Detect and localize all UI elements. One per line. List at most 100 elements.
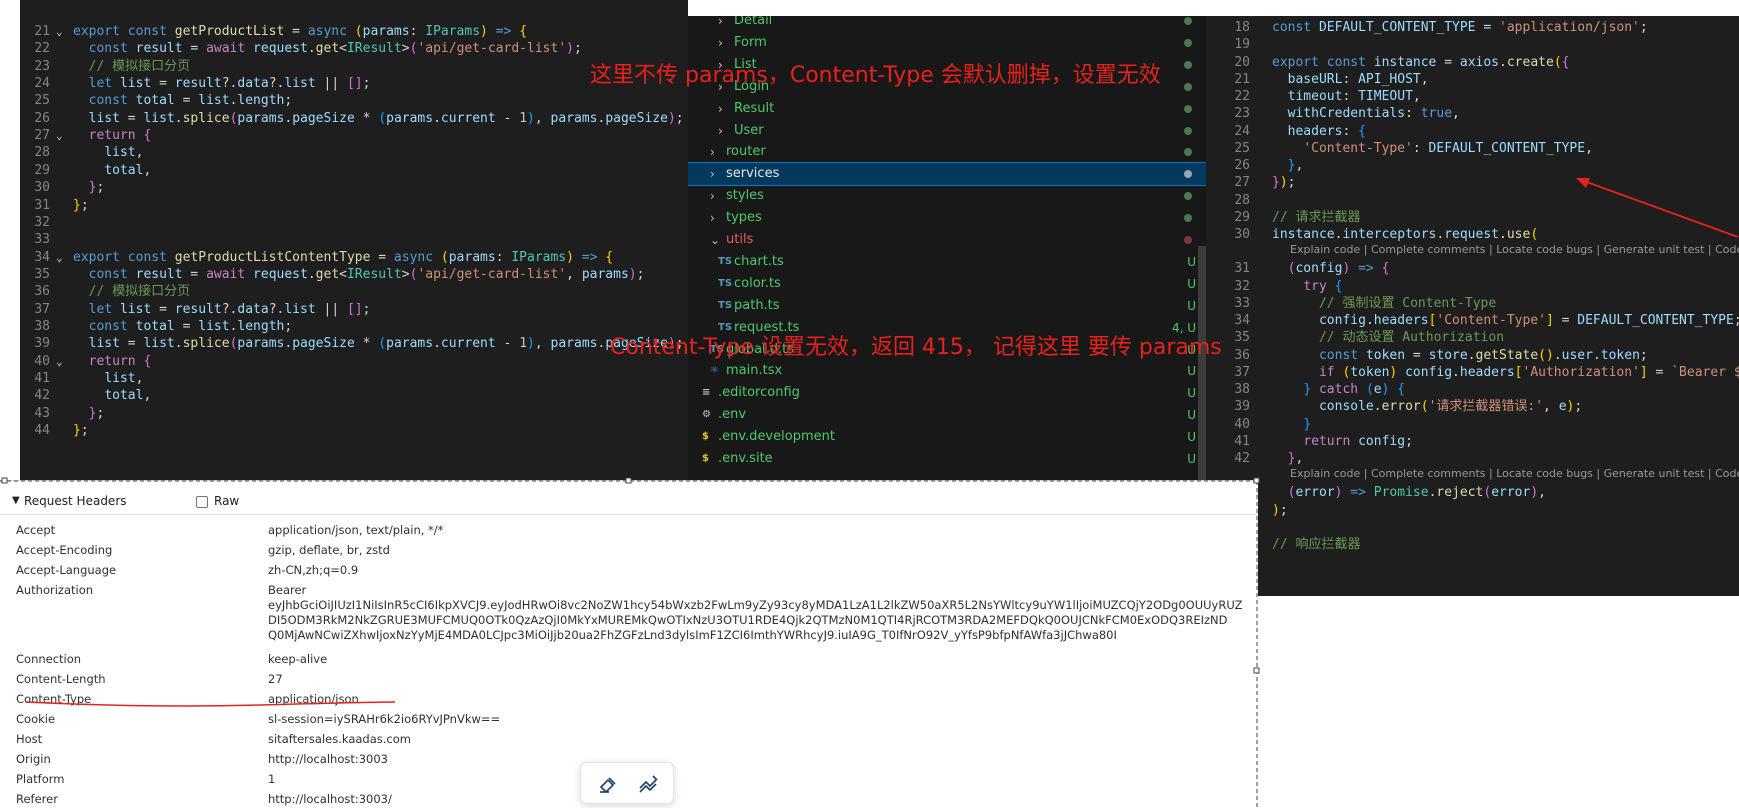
code-line[interactable]: 29 total,	[20, 161, 688, 180]
chevron-down-icon[interactable]: ⌄	[710, 229, 720, 251]
code-line[interactable]: 24 let list = result?.data?.list || [];	[20, 74, 688, 93]
code-line[interactable]: 31 (config) => {	[1206, 259, 1739, 278]
explorer-item-services[interactable]: › services	[688, 162, 1206, 187]
code-line[interactable]: 33 // 强制设置 Content-Type	[1206, 294, 1739, 313]
code-token: error	[1491, 485, 1531, 501]
code-line[interactable]: 40 }	[1206, 415, 1739, 434]
code-line[interactable]: 32	[20, 213, 688, 232]
code-line[interactable]: 35 // 动态设置 Authorization	[1206, 328, 1739, 347]
code-line[interactable]: 30 };	[20, 178, 688, 197]
explorer-item-user[interactable]: › User	[688, 120, 1206, 142]
code-token: params	[550, 336, 598, 352]
explorer-item-result[interactable]: › Result	[688, 98, 1206, 120]
code-text: // 动态设置 Authorization	[1272, 328, 1504, 347]
code-line[interactable]: 37 let list = result?.data?.list || [];	[20, 300, 688, 319]
explorer-item-label: .env.site	[718, 451, 773, 466]
code-line[interactable]: 41 list,	[20, 369, 688, 388]
code-line[interactable]: 21 baseURL: API_HOST,	[1206, 70, 1739, 89]
code-line[interactable]: 36 // 模拟接口分页	[20, 282, 688, 301]
code-text: timeout: TIMEOUT,	[1272, 87, 1421, 106]
chevron-right-icon[interactable]: ›	[718, 98, 723, 120]
code-line[interactable]: 32 try {	[1206, 277, 1739, 296]
explorer-item--env[interactable]: ⚙ .env U	[688, 404, 1206, 426]
line-number: 27	[34, 128, 50, 144]
code-line[interactable]: 39 console.error('请求拦截器错误:', e);	[1206, 397, 1739, 416]
codelens-actions[interactable]: Explain code | Complete comments | Locat…	[1290, 466, 1739, 482]
code-line[interactable]: 42 total,	[20, 386, 688, 405]
code-line[interactable]: 19	[1206, 35, 1739, 54]
explorer-item-detail[interactable]: › Detail	[688, 16, 1206, 32]
chevron-right-icon[interactable]: ›	[718, 120, 723, 142]
code-line[interactable]: 38 const total = list.length;	[20, 317, 688, 336]
explorer-item-color-ts[interactable]: TS color.ts U	[688, 273, 1206, 295]
code-token: .	[433, 336, 441, 352]
explorer-item-styles[interactable]: › styles	[688, 185, 1206, 207]
code-line[interactable]: 23 // 模拟接口分页	[20, 57, 688, 76]
code-line[interactable]: 28 list,	[20, 143, 688, 162]
code-editor-right[interactable]: 18 const DEFAULT_CONTENT_TYPE = 'applicat…	[1206, 16, 1739, 596]
code-line[interactable]: 43 };	[20, 404, 688, 423]
chevron-right-icon[interactable]: ›	[710, 141, 715, 163]
code-line[interactable]: 24 headers: {	[1206, 122, 1739, 141]
explorer-item--env-site[interactable]: $ .env.site U	[688, 448, 1206, 470]
code-line[interactable]: 34 config.headers['Content-Type'] = DEFA…	[1206, 311, 1739, 330]
code-editor-left[interactable]: 21 ⌄ export const getProductList = async (…	[20, 0, 688, 480]
code-line[interactable]: 46// 响应拦截器	[1206, 535, 1739, 554]
fold-chevron-icon[interactable]: ⌄	[56, 22, 63, 41]
code-line[interactable]: 36 const token = store.getState().user.t…	[1206, 346, 1739, 365]
code-line[interactable]: 26 list = list.splice(params.pageSize * …	[20, 109, 688, 128]
explorer-item-form[interactable]: › Form	[688, 32, 1206, 54]
code-line[interactable]: 37 if (token) config.headers['Authorizat…	[1206, 363, 1739, 382]
explorer-item--env-development[interactable]: $ .env.development U	[688, 426, 1206, 448]
explorer-item-types[interactable]: › types	[688, 207, 1206, 229]
code-line[interactable]: 25 'Content-Type': DEFAULT_CONTENT_TYPE,	[1206, 139, 1739, 158]
code-line[interactable]: 22 const result = await request.get<IRes…	[20, 39, 688, 58]
code-line[interactable]: 20 export const instance = axios.create({	[1206, 53, 1739, 72]
line-number: 33	[34, 232, 50, 248]
code-token: ;	[636, 266, 645, 282]
explorer-item-router[interactable]: › router	[688, 141, 1206, 163]
explorer-item-main-tsx[interactable]: ⚛ main.tsx U	[688, 360, 1206, 382]
code-token: <	[339, 41, 347, 57]
clear-icon[interactable]	[597, 773, 619, 795]
code-line[interactable]: 27 ⌄ return {	[20, 126, 688, 145]
code-line[interactable]: 43 (error) => Promise.reject(error),	[1206, 483, 1739, 502]
code-text: };	[73, 421, 89, 440]
code-line[interactable]: 39 list = list.splice(params.pageSize * …	[20, 334, 688, 353]
code-line[interactable]: 44);	[1206, 501, 1739, 520]
code-line[interactable]: 21 ⌄ export const getProductList = async (…	[20, 22, 688, 41]
code-line[interactable]: 45	[1206, 518, 1739, 537]
code-line[interactable]: 38 } catch (e) {	[1206, 380, 1739, 399]
explorer-item-path-ts[interactable]: TS path.ts U	[688, 295, 1206, 317]
code-line[interactable]: 44};	[20, 421, 688, 440]
code-token: {	[519, 24, 528, 39]
code-token: pageSize	[292, 110, 355, 126]
chevron-right-icon[interactable]: ›	[710, 207, 715, 229]
chevron-right-icon[interactable]: ›	[710, 185, 715, 207]
code-line[interactable]: 22 timeout: TIMEOUT,	[1206, 87, 1739, 106]
explorer-item-chart-ts[interactable]: TS chart.ts U	[688, 251, 1206, 273]
code-token: [	[1514, 364, 1523, 380]
code-line[interactable]: 41 return config;	[1206, 432, 1739, 451]
code-line[interactable]: 34 ⌄ export const getProductListContentTyp…	[20, 248, 688, 267]
code-line[interactable]: 23 withCredentials: true,	[1206, 104, 1739, 123]
code-line[interactable]: 40 ⌄ return {	[20, 352, 688, 371]
code-token: .	[1365, 313, 1374, 328]
fold-chevron-icon[interactable]: ⌄	[56, 248, 63, 267]
fold-chevron-icon[interactable]: ⌄	[56, 352, 63, 371]
code-line[interactable]: 42 },	[1206, 449, 1739, 468]
explorer-item--editorconfig[interactable]: ≡ .editorconfig U	[688, 382, 1206, 404]
fold-chevron-icon[interactable]: ⌄	[56, 126, 63, 145]
explorer-item-utils[interactable]: ⌄ utils	[688, 229, 1206, 251]
code-line[interactable]: 33	[20, 230, 688, 249]
code-line[interactable]: 25 const total = list.length;	[20, 91, 688, 110]
mosaic-icon[interactable]	[637, 773, 659, 795]
chevron-right-icon[interactable]: ›	[718, 16, 723, 32]
code-line[interactable]: 31};	[20, 196, 688, 215]
code-line[interactable]: 35 const result = await request.get<IRes…	[20, 265, 688, 284]
code-line[interactable]: 18 const DEFAULT_CONTENT_TYPE = 'applicat…	[1206, 18, 1739, 37]
chevron-right-icon[interactable]: ›	[718, 32, 723, 54]
chevron-right-icon[interactable]: ›	[710, 163, 715, 185]
